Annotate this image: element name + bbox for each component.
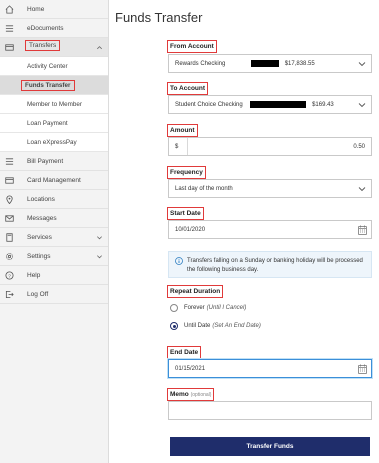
sidebar-item-label: Bill Payment <box>27 157 64 165</box>
from-account-select[interactable]: Rewards Checking $17,838.55 <box>168 54 372 73</box>
sidebar-item-edocuments[interactable]: eDocuments <box>0 19 108 38</box>
sidebar-subitem-label: Funds Transfer <box>21 79 75 91</box>
sidebar-item-card-management[interactable]: Card Management <box>0 171 108 190</box>
sidebar-item-transfers[interactable]: Transfers <box>0 38 108 57</box>
repeat-duration-label: Repeat Duration <box>166 285 224 298</box>
card-icon <box>5 176 14 185</box>
envelope-icon <box>5 214 14 223</box>
redacted-account-number <box>250 100 307 108</box>
sidebar-item-label: Messages <box>27 214 57 222</box>
sidebar-item-label: eDocuments <box>27 24 64 32</box>
sidebar-item-log-off[interactable]: Log Off <box>0 285 108 304</box>
to-account-name: Student Choice Checking <box>175 102 243 109</box>
start-date-label: Start Date <box>167 207 204 220</box>
menu-lines-icon <box>5 24 14 33</box>
from-account-balance: $17,838.55 <box>284 61 315 68</box>
sidebar-item-label: Log Off <box>27 290 49 298</box>
logout-icon <box>5 290 14 299</box>
to-account-select[interactable]: Student Choice Checking $169.43 <box>168 95 372 114</box>
chevron-down-icon <box>97 235 102 239</box>
calendar-icon[interactable] <box>358 364 367 374</box>
sidebar-subitem-member-to-member[interactable]: Member to Member <box>0 95 108 114</box>
info-text: Transfers falling on a Sunday or banking… <box>187 258 363 273</box>
from-account-label: From Account <box>167 40 217 53</box>
currency-prefix: $ <box>175 143 179 150</box>
gear-icon <box>5 252 14 261</box>
sidebar-item-label: Transfers <box>24 40 61 51</box>
page-title: Funds Transfer <box>115 10 203 25</box>
sidebar-item-home[interactable]: Home <box>0 0 108 19</box>
end-date-label: End Date <box>166 346 202 359</box>
sidebar-subitem-funds-transfer[interactable]: Funds Transfer <box>0 76 108 95</box>
frequency-label: Frequency <box>167 166 206 179</box>
sidebar-item-messages[interactable]: Messages <box>0 209 108 228</box>
sidebar-item-label: Help <box>27 271 41 279</box>
sidebar-item-label: Locations <box>27 195 55 203</box>
radio-button[interactable] <box>170 304 178 312</box>
radio-forever[interactable]: Forever (Until I Cancel) <box>170 302 246 314</box>
radio-forever-label: Forever <box>184 305 205 311</box>
sidebar-item-settings[interactable]: Settings <box>0 247 108 266</box>
end-date-value: 01/15/2021 <box>175 365 206 372</box>
home-icon <box>5 4 14 14</box>
sidebar-subitem-label: Member to Member <box>27 100 82 108</box>
amount-value: 0.50 <box>353 143 365 150</box>
sidebar-item-bill-payment[interactable]: Bill Payment <box>0 152 108 171</box>
amount-input[interactable]: $ 0.50 <box>168 137 372 156</box>
amount-label: Amount <box>167 124 198 137</box>
from-account-name: Rewards Checking <box>175 61 226 68</box>
chevron-down-icon <box>358 187 366 192</box>
end-date-input[interactable]: 01/15/2021 <box>168 359 372 378</box>
sidebar-item-help[interactable]: ? Help <box>0 266 108 285</box>
sidebar-subitem-loan-expresspay[interactable]: Loan eXpressPay <box>0 133 108 152</box>
memo-label: Memo (optional) <box>166 388 215 401</box>
sidebar-item-label: Home <box>27 5 45 13</box>
to-account-balance: $169.43 <box>312 102 334 109</box>
calculator-icon <box>5 232 14 242</box>
chevron-down-icon <box>97 254 102 258</box>
sidebar-subitem-label: Loan eXpressPay <box>27 138 77 146</box>
sidebar-item-locations[interactable]: Locations <box>0 190 108 209</box>
transfer-card-icon <box>5 43 14 52</box>
memo-label-text: Memo <box>170 391 189 398</box>
memo-input[interactable] <box>168 401 372 420</box>
chevron-down-icon <box>358 62 366 67</box>
radio-until-date[interactable]: Until Date (Set An End Date) <box>170 320 261 332</box>
sidebar-subitem-activity-center[interactable]: Activity Center <box>0 57 108 76</box>
start-date-value: 10/01/2020 <box>175 226 206 233</box>
transfer-funds-button[interactable]: Transfer Funds <box>170 437 370 456</box>
prefix-divider <box>187 138 188 155</box>
menu-lines-icon <box>5 157 14 166</box>
info-icon <box>175 257 183 265</box>
svg-text:?: ? <box>8 273 11 279</box>
sidebar-item-label: Settings <box>27 252 51 260</box>
memo-optional-hint: (optional) <box>190 392 212 398</box>
from-account-value: Rewards Checking $17,838.55 <box>175 59 315 68</box>
sidebar-subitem-label: Activity Center <box>27 62 68 70</box>
radio-until-label: Until Date <box>184 323 211 329</box>
info-notice: Transfers falling on a Sunday or banking… <box>168 251 372 278</box>
to-account-value: Student Choice Checking $169.43 <box>175 100 334 109</box>
sidebar-item-label: Card Management <box>27 176 81 184</box>
frequency-value: Last day of the month <box>175 185 233 192</box>
redacted-account-number <box>251 59 280 67</box>
chevron-down-icon <box>358 103 366 108</box>
sidebar-item-services[interactable]: Services <box>0 228 108 247</box>
radio-button-selected[interactable] <box>170 322 178 330</box>
help-icon: ? <box>5 270 14 280</box>
sidebar: Home eDocuments Transfers Activity Cente… <box>0 0 109 463</box>
sidebar-subitem-loan-payment[interactable]: Loan Payment <box>0 114 108 133</box>
sidebar-subitem-label: Loan Payment <box>27 119 68 127</box>
calendar-icon[interactable] <box>358 225 367 235</box>
to-account-label: To Account <box>166 82 209 95</box>
sidebar-item-label: Services <box>27 233 52 241</box>
radio-until-note: (Set An End Date) <box>212 323 261 329</box>
start-date-input[interactable]: 10/01/2020 <box>168 220 372 239</box>
radio-forever-note: (Until I Cancel) <box>206 305 247 311</box>
chevron-up-icon <box>97 45 102 49</box>
frequency-select[interactable]: Last day of the month <box>168 179 372 198</box>
location-pin-icon <box>5 195 14 204</box>
